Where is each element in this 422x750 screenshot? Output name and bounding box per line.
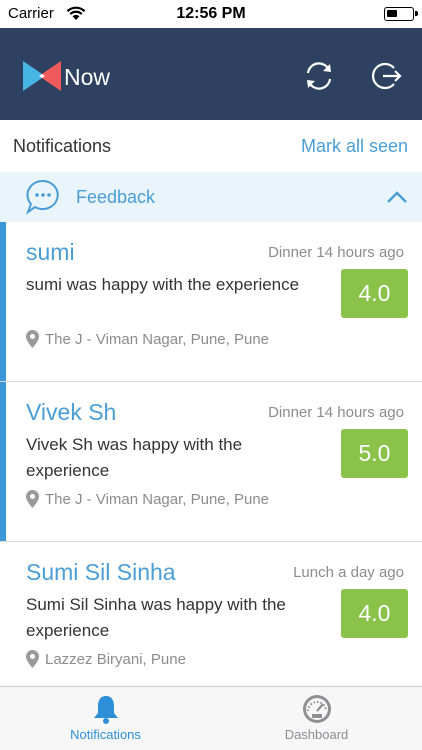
location-text: Lazzez Biryani, Pune [45, 651, 186, 668]
tab-bar: Notifications Dashboard [0, 686, 422, 750]
chat-bubble-icon [25, 179, 59, 215]
notification-item[interactable]: Vivek Sh Dinner 14 hours ago Vivek Sh wa… [0, 382, 422, 542]
chevron-up-icon[interactable] [386, 187, 408, 207]
logout-icon [372, 62, 402, 90]
notification-item[interactable]: Sumi Sil Sinha Lunch a day ago Sumi Sil … [0, 542, 422, 686]
unseen-indicator [0, 382, 6, 541]
meal-time: Dinner 14 hours ago [268, 244, 404, 261]
customer-name: Sumi Sil Sinha [26, 559, 176, 585]
logout-button[interactable] [370, 59, 404, 93]
location-text: The J - Viman Nagar, Pune, Pune [45, 331, 270, 348]
customer-name: sumi [26, 239, 75, 265]
notifications-bar: Notifications Mark all seen [0, 120, 422, 172]
app-logo-icon [23, 61, 61, 91]
feedback-message: Vivek Sh was happy with the experience [26, 435, 243, 480]
feedback-message: sumi was happy with the experience [26, 275, 300, 294]
rating-badge: 4.0 [341, 589, 408, 638]
tab-notifications-label: Notifications [70, 727, 141, 742]
notification-item[interactable]: sumi Dinner 14 hours ago sumi was happy … [0, 222, 422, 382]
location-pin-icon [26, 490, 39, 508]
mark-all-seen-button[interactable]: Mark all seen [301, 136, 408, 157]
bell-icon [94, 696, 118, 724]
meal-time: Lunch a day ago [293, 564, 404, 581]
page-title: Notifications [13, 136, 112, 156]
location-pin-icon [26, 650, 39, 668]
meal-time: Dinner 14 hours ago [268, 404, 404, 421]
feedback-label: Feedback [76, 187, 156, 207]
app-header: Now [0, 28, 422, 120]
location-text: The J - Viman Nagar, Pune, Pune [45, 491, 270, 508]
speedometer-icon [303, 695, 331, 723]
tab-dashboard-label: Dashboard [284, 727, 349, 742]
refresh-button[interactable] [302, 59, 336, 93]
feedback-section-header[interactable]: Feedback [0, 172, 422, 222]
feedback-message: Sumi Sil Sinha was happy with the experi… [26, 595, 286, 640]
app-name: Now [64, 64, 111, 90]
refresh-icon [306, 62, 332, 90]
customer-name: Vivek Sh [26, 399, 117, 425]
status-bar: Carrier 12:56 PM [0, 0, 422, 28]
unseen-indicator [0, 222, 6, 381]
battery-icon [384, 7, 418, 21]
rating-badge: 5.0 [341, 429, 408, 478]
tab-dashboard[interactable]: Dashboard [211, 687, 422, 750]
location-pin-icon [26, 330, 39, 348]
tab-notifications[interactable]: Notifications [0, 687, 211, 750]
clock: 12:56 PM [176, 5, 246, 22]
rating-badge: 4.0 [341, 269, 408, 318]
